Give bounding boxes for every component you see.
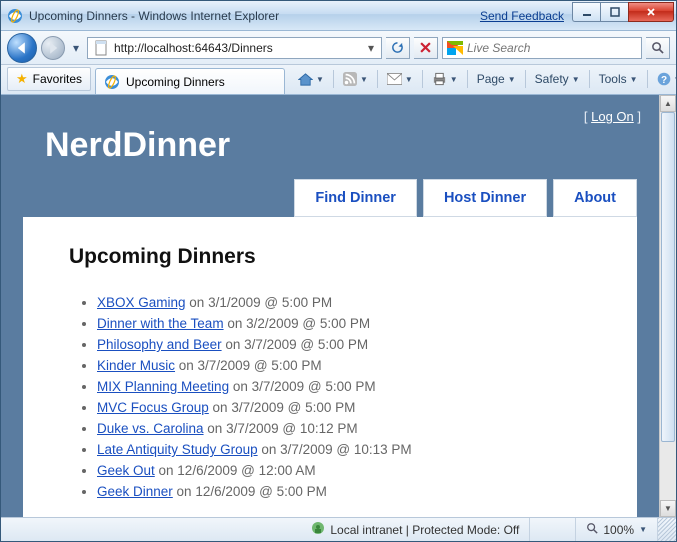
dinner-link[interactable]: Late Antiquity Study Group [97,442,258,457]
navigation-bar: ▾ ▾ [1,31,676,65]
title-bar: Upcoming Dinners - Windows Internet Expl… [1,1,676,31]
search-box[interactable] [442,37,642,59]
print-button[interactable]: ▼ [427,68,463,90]
dinner-list: XBOX Gaming on 3/1/2009 @ 5:00 PM Dinner … [69,295,591,499]
login-bar: [ Log On ] [19,109,641,124]
dinner-date: on 3/7/2009 @ 5:00 PM [209,400,356,415]
viewport: [ Log On ] NerdDinner Find Dinner Host D… [1,95,676,517]
tab-bar: ★ Favorites Upcoming Dinners ▼ ▼ ▼ ▼ Pag… [1,65,676,95]
forward-button[interactable] [41,36,65,60]
address-bar[interactable]: ▾ [87,37,382,59]
content-panel: Upcoming Dinners XBOX Gaming on 3/1/2009… [23,217,637,517]
minimize-button[interactable] [572,2,600,22]
intranet-icon [311,521,325,538]
site-nav: Find Dinner Host Dinner About [19,179,637,217]
tab-favicon [104,74,120,90]
list-item: Philosophy and Beer on 3/7/2009 @ 5:00 P… [97,337,591,352]
list-item: XBOX Gaming on 3/1/2009 @ 5:00 PM [97,295,591,310]
progress-segment [530,518,576,541]
search-button[interactable] [646,37,670,59]
dinner-date: on 3/7/2009 @ 10:12 PM [204,421,358,436]
zone-text: Local intranet | Protected Mode: Off [330,523,519,537]
favorites-label: Favorites [33,72,82,86]
dinner-date: on 3/7/2009 @ 5:00 PM [222,337,369,352]
send-feedback-link[interactable]: Send Feedback [480,9,564,23]
dinner-link[interactable]: Dinner with the Team [97,316,224,331]
nav-find-dinner[interactable]: Find Dinner [294,179,417,217]
svg-text:?: ? [660,75,666,86]
dinner-link[interactable]: XBOX Gaming [97,295,186,310]
dinner-link[interactable]: MVC Focus Group [97,400,209,415]
logon-link[interactable]: Log On [591,109,634,124]
security-zone[interactable]: Local intranet | Protected Mode: Off [301,518,530,541]
site-title: NerdDinner [45,126,641,165]
dinner-link[interactable]: Duke vs. Carolina [97,421,204,436]
window-buttons [572,2,674,22]
scroll-up-button[interactable]: ▲ [660,95,676,112]
list-item: Dinner with the Team on 3/2/2009 @ 5:00 … [97,316,591,331]
dinner-date: on 3/1/2009 @ 5:00 PM [186,295,333,310]
refresh-button[interactable] [386,37,410,59]
browser-tab[interactable]: Upcoming Dinners [95,68,285,94]
maximize-button[interactable] [600,2,628,22]
browser-window: Upcoming Dinners - Windows Internet Expl… [0,0,677,542]
zoom-value: 100% [603,523,634,537]
stop-button[interactable] [414,37,438,59]
address-input[interactable] [114,41,363,55]
list-item: MIX Planning Meeting on 3/7/2009 @ 5:00 … [97,379,591,394]
feeds-button[interactable]: ▼ [338,68,373,90]
vertical-scrollbar[interactable]: ▲ ▼ [659,95,676,517]
address-dropdown[interactable]: ▾ [363,41,379,55]
star-icon: ★ [16,71,28,87]
dinner-date: on 3/7/2009 @ 10:13 PM [258,442,412,457]
status-bar: Local intranet | Protected Mode: Off 100… [1,517,676,541]
search-input[interactable] [467,41,637,55]
nav-host-dinner[interactable]: Host Dinner [423,179,547,217]
scroll-down-button[interactable]: ▼ [660,500,676,517]
page-heading: Upcoming Dinners [69,245,591,269]
page-menu[interactable]: Page▼ [472,68,521,90]
nav-about[interactable]: About [553,179,637,217]
dinner-link[interactable]: Geek Dinner [97,484,173,499]
zoom-control[interactable]: 100% ▼ [576,518,658,541]
close-button[interactable] [628,2,674,22]
dinner-link[interactable]: MIX Planning Meeting [97,379,229,394]
dinner-link[interactable]: Kinder Music [97,358,175,373]
resize-grip[interactable] [658,518,676,541]
dinner-date: on 3/2/2009 @ 5:00 PM [224,316,371,331]
nav-history-dropdown[interactable]: ▾ [69,38,83,58]
list-item: MVC Focus Group on 3/7/2009 @ 5:00 PM [97,400,591,415]
list-item: Duke vs. Carolina on 3/7/2009 @ 10:12 PM [97,421,591,436]
help-button[interactable]: ?▼ [652,68,677,90]
command-bar: ▼ ▼ ▼ ▼ Page▼ Safety▼ Tools▼ ?▼ [293,68,677,90]
dinner-date: on 3/7/2009 @ 5:00 PM [229,379,376,394]
dinner-date: on 3/7/2009 @ 5:00 PM [175,358,322,373]
zoom-dropdown-icon: ▼ [639,525,647,534]
zoom-icon [586,522,598,537]
list-item: Late Antiquity Study Group on 3/7/2009 @… [97,442,591,457]
window-title: Upcoming Dinners - Windows Internet Expl… [29,9,480,23]
page-content: [ Log On ] NerdDinner Find Dinner Host D… [1,95,659,517]
dinner-date: on 12/6/2009 @ 12:00 AM [155,463,316,478]
back-button[interactable] [7,33,37,63]
list-item: Geek Out on 12/6/2009 @ 12:00 AM [97,463,591,478]
live-search-icon [447,41,463,55]
scroll-thumb[interactable] [661,112,675,442]
list-item: Kinder Music on 3/7/2009 @ 5:00 PM [97,358,591,373]
dinner-link[interactable]: Philosophy and Beer [97,337,222,352]
safety-menu[interactable]: Safety▼ [530,68,585,90]
tools-menu[interactable]: Tools▼ [594,68,643,90]
tab-title: Upcoming Dinners [126,75,225,89]
page-icon [94,40,110,56]
list-item: Geek Dinner on 12/6/2009 @ 5:00 PM [97,484,591,499]
ie-favicon [7,8,23,24]
mail-button[interactable]: ▼ [382,68,418,90]
dinner-link[interactable]: Geek Out [97,463,155,478]
favorites-button[interactable]: ★ Favorites [7,67,91,91]
dinner-date: on 12/6/2009 @ 5:00 PM [173,484,327,499]
scroll-track[interactable] [660,112,676,500]
home-button[interactable]: ▼ [293,68,329,90]
